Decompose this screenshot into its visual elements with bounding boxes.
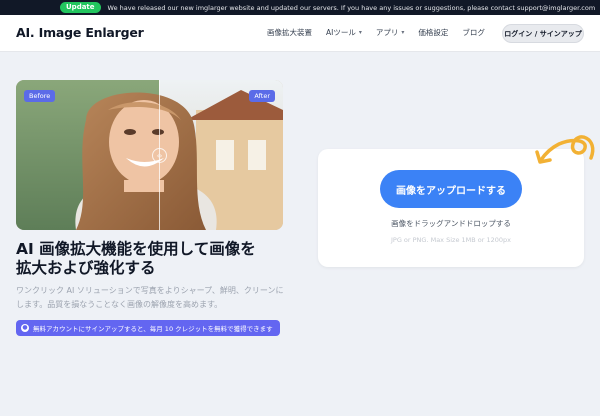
chevron-down-icon: ▾ (358, 29, 362, 36)
nav-item-label: ブログ (462, 28, 485, 37)
drag-drop-hint: 画像をドラッグアンドドロップする (391, 219, 511, 228)
promo-text: 無料アカウントにサインアップすると、毎月 10 クレジットを無料で獲得できます (33, 325, 273, 333)
file-limits-text: JPG or PNG. Max Size 1MB or 1200px (390, 236, 512, 244)
announcement-text: We have released our new imglarger websi… (107, 3, 596, 12)
nav-item-enlarger[interactable]: 画像拡大装置 (267, 27, 312, 38)
nav-item-apps[interactable]: アプリ ▾ (376, 27, 405, 38)
before-label: Before (24, 90, 56, 102)
nav-item-label: AIツール (326, 28, 356, 37)
announcement-banner: Update We have released our new imglarge… (0, 0, 600, 15)
curved-arrow-icon (535, 135, 595, 164)
after-label: After (249, 90, 275, 102)
top-navigation: AI. Image Enlarger 画像拡大装置 AIツール ▾ アプリ ▾ 価格… (0, 15, 600, 52)
nav-item-label: 価格設定 (418, 28, 449, 37)
headline-line-1: AI 画像拡大機能を使用して画像を (16, 240, 256, 258)
coin-icon: ● (21, 324, 29, 332)
chevron-down-icon: ▾ (401, 29, 405, 36)
login-signup-button[interactable]: ログイン / サインアップ (502, 24, 584, 43)
headline-line-2: 拡大および強化する (16, 259, 156, 277)
nav-item-ai-tools[interactable]: AIツール ▾ (326, 27, 362, 38)
portrait-image (16, 80, 283, 230)
before-after-comparison[interactable]: ‹› Before After (16, 80, 283, 230)
nav-item-blog[interactable]: ブログ (462, 27, 485, 38)
nav-item-label: アプリ (375, 28, 399, 37)
nav-item-pricing[interactable]: 価格設定 (418, 27, 448, 38)
site-logo[interactable]: AI. Image Enlarger (16, 25, 144, 40)
nav-menu: 画像拡大装置 AIツール ▾ アプリ ▾ 価格設定 ブログ (267, 27, 499, 38)
hero-description: ワンクリック AI ソリューションで写真をよりシャープ、鮮明、クリーンにします。… (16, 286, 284, 309)
upload-image-button[interactable]: 画像をアップロードする (380, 170, 522, 208)
update-badge: Update (60, 2, 101, 13)
nav-item-label: 画像拡大装置 (267, 28, 312, 37)
page-headline: AI 画像拡大機能を使用して画像を 拡大および強化する (16, 240, 286, 278)
free-credits-banner[interactable]: ● 無料アカウントにサインアップすると、毎月 10 クレジットを無料で獲得できま… (16, 320, 280, 336)
slider-handle-icon[interactable]: ‹› (152, 148, 167, 163)
